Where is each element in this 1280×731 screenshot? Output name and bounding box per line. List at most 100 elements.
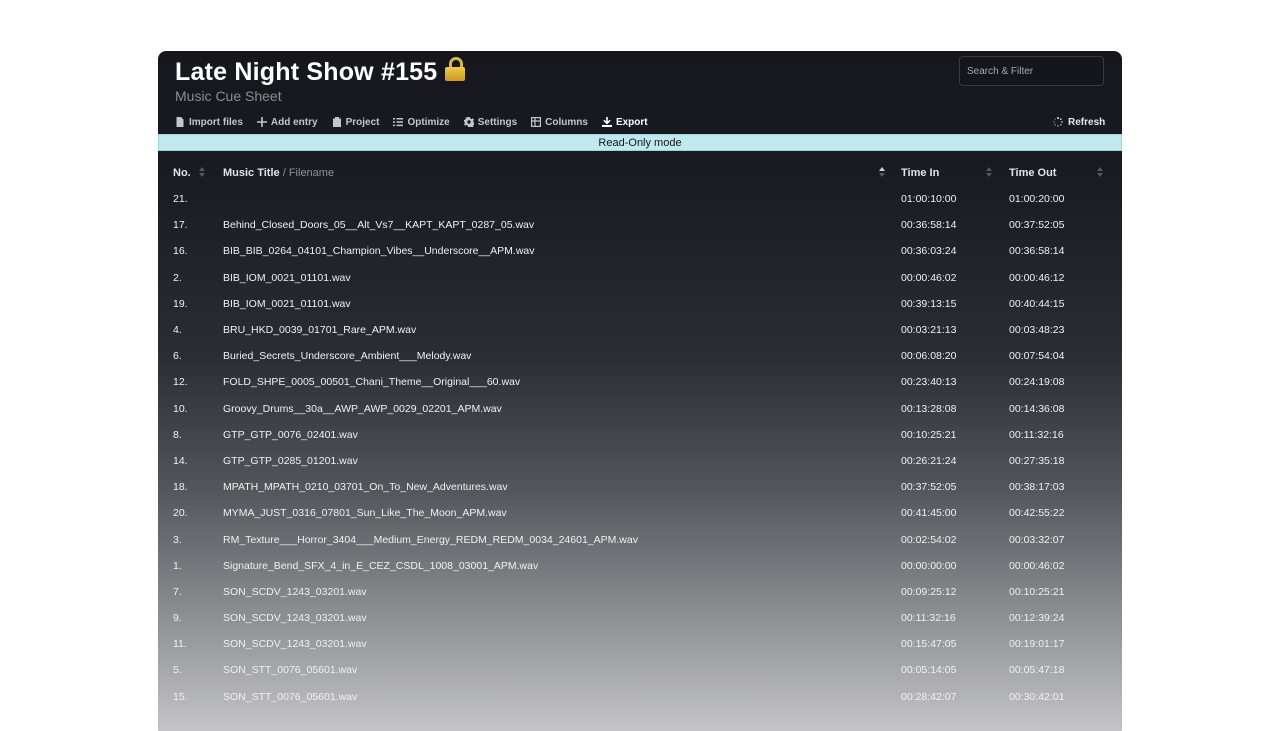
cell-music-title: MPATH_MPATH_0210_03701_On_To_New_Adventu… — [223, 481, 508, 494]
cell-no: 20. — [173, 507, 188, 520]
table-row[interactable]: 10. Groovy_Drums__30a__AWP_AWP_0029_02201… — [158, 396, 1122, 422]
import-files-button[interactable]: Import files — [175, 117, 243, 128]
cell-music-title: SON_SCDV_1243_03201.wav — [223, 585, 367, 598]
cell-time-out: 00:36:58:14 — [1009, 245, 1065, 258]
file-icon — [176, 117, 184, 127]
refresh-label: Refresh — [1068, 116, 1106, 128]
table-row[interactable]: 9. SON_SCDV_1243_03201.wav 00:11:32:16 00:1… — [158, 605, 1122, 631]
table-row[interactable]: 15. SON_STT_0076_05601.wav 00:28:42:07 00:3… — [158, 684, 1122, 710]
project-button[interactable]: Project — [332, 117, 379, 128]
import-files-label: Import files — [189, 116, 243, 128]
cell-time-out: 00:00:46:02 — [1009, 559, 1065, 572]
add-entry-button[interactable]: Add entry — [256, 116, 318, 128]
toolbar: Import files Add entry Project Optimize … — [175, 114, 662, 130]
cell-time-in: 00:00:46:02 — [901, 271, 957, 284]
cell-time-in: 00:26:21:24 — [901, 454, 957, 467]
cell-time-out: 00:14:36:08 — [1009, 402, 1065, 415]
cell-music-title: Groovy_Drums__30a__AWP_AWP_0029_02201_AP… — [223, 402, 502, 415]
cell-time-out: 00:03:32:07 — [1009, 533, 1065, 546]
cell-time-in: 00:23:40:13 — [901, 376, 957, 389]
cell-no: 12. — [173, 376, 188, 389]
table-row[interactable]: 19. BIB_IOM_0021_01101.wav 00:39:13:15 00:4… — [158, 291, 1122, 317]
export-button[interactable]: Export — [601, 117, 648, 128]
cell-no: 15. — [173, 690, 188, 703]
cell-music-title: RM_Texture___Horror_3404___Medium_Energy… — [223, 533, 638, 546]
table-row[interactable]: 5. SON_STT_0076_05601.wav 00:05:14:05 00:05… — [158, 657, 1122, 683]
table-body: 21. 01:00:10:00 01:00:20:00 17. Behind_Close… — [158, 186, 1122, 710]
cell-no: 2. — [173, 271, 182, 284]
header-no-label: No. — [173, 166, 191, 179]
optimize-button[interactable]: Optimize — [393, 116, 450, 128]
cell-no: 3. — [173, 533, 182, 546]
table-row[interactable]: 18. MPATH_MPATH_0210_03701_On_To_New_Adve… — [158, 474, 1122, 500]
optimize-label: Optimize — [407, 116, 450, 128]
cell-no: 19. — [173, 297, 188, 310]
cell-time-in: 00:06:08:20 — [901, 350, 957, 363]
header-time-in-label: Time In — [901, 166, 940, 179]
table-row[interactable]: 8. GTP_GTP_0076_02401.wav 00:10:25:21 00:11… — [158, 422, 1122, 448]
cell-no: 6. — [173, 350, 182, 363]
table-row[interactable]: 2. BIB_IOM_0021_01101.wav 00:00:46:02 00:00… — [158, 265, 1122, 291]
cell-music-title: SON_SCDV_1243_03201.wav — [223, 638, 367, 651]
cell-no: 10. — [173, 402, 188, 415]
header-music-title[interactable]: Music Title / Filename — [223, 159, 901, 186]
cell-time-in: 00:37:52:05 — [901, 481, 957, 494]
cell-no: 5. — [173, 664, 182, 677]
lock-icon — [445, 57, 466, 81]
header-title-label: Music Title — [223, 166, 280, 179]
cell-no: 18. — [173, 481, 188, 494]
sort-icon — [1097, 167, 1103, 179]
spinner-icon — [1053, 117, 1063, 127]
add-entry-label: Add entry — [270, 116, 318, 128]
header-time-in[interactable]: Time In — [901, 159, 1009, 186]
cell-time-in: 00:11:32:16 — [901, 612, 956, 625]
table-row[interactable]: 14. GTP_GTP_0285_01201.wav 00:26:21:24 00:2… — [158, 448, 1122, 474]
table-row[interactable]: 17. Behind_Closed_Doors_05__Alt_Vs7__KAPT… — [158, 212, 1122, 238]
cell-time-in: 00:13:28:08 — [901, 402, 957, 415]
sort-icon — [199, 167, 205, 179]
columns-button[interactable]: Columns — [531, 117, 588, 128]
cell-music-title: GTP_GTP_0285_01201.wav — [223, 454, 358, 467]
cell-no: 9. — [173, 612, 182, 625]
settings-label: Settings — [477, 116, 518, 128]
header-time-out[interactable]: Time Out — [1009, 159, 1122, 186]
settings-button[interactable]: Settings — [463, 116, 518, 128]
refresh-button[interactable]: Refresh — [1053, 114, 1105, 130]
plus-icon — [256, 117, 267, 127]
table-row[interactable]: 4. BRU_HKD_0039_01701_Rare_APM.wav 00:03:2… — [158, 317, 1122, 343]
table-row[interactable]: 16. BIB_BIB_0264_04101_Champion_Vibes__Un… — [158, 238, 1122, 264]
cell-no: 1. — [173, 559, 182, 572]
page-title-text: Late Night Show #155 — [175, 58, 438, 86]
table-row[interactable]: 11. SON_SCDV_1243_03201.wav 00:15:47:05 00:… — [158, 631, 1122, 657]
table-row[interactable]: 20. MYMA_JUST_0316_07801_Sun_Like_The_Moo… — [158, 500, 1122, 526]
cell-music-title: Behind_Closed_Doors_05__Alt_Vs7__KAPT_KA… — [223, 219, 535, 232]
page-title: Late Night Show #155 — [175, 57, 466, 87]
table-row[interactable]: 12. FOLD_SHPE_0005_00501_Chani_Theme__Ori… — [158, 369, 1122, 395]
cell-time-out: 00:30:42:01 — [1009, 690, 1065, 703]
cell-time-out: 00:19:01:17 — [1009, 638, 1065, 651]
table-row[interactable]: 7. SON_SCDV_1243_03201.wav 00:09:25:12 00:1… — [158, 579, 1122, 605]
table-row[interactable]: 1. Signature_Bend_SFX_4_in_E_CEZ_CSDL_100… — [158, 553, 1122, 579]
table-row[interactable]: 3. RM_Texture___Horror_3404___Medium_Ener… — [158, 526, 1122, 552]
cell-music-title — [223, 186, 901, 212]
cell-time-in: 00:41:45:00 — [901, 507, 957, 520]
cell-time-out: 00:37:52:05 — [1009, 219, 1065, 232]
cell-music-title: BRU_HKD_0039_01701_Rare_APM.wav — [223, 324, 417, 337]
search-filter-input[interactable] — [959, 56, 1104, 86]
cell-time-out: 00:00:46:12 — [1009, 271, 1065, 284]
table-row[interactable]: 6. Buried_Secrets_Underscore_Ambient___Me… — [158, 343, 1122, 369]
cell-no: 8. — [173, 428, 182, 441]
cell-music-title: FOLD_SHPE_0005_00501_Chani_Theme__Origin… — [223, 376, 521, 389]
cell-music-title: SON_STT_0076_05601.wav — [223, 690, 358, 703]
cell-music-title: BIB_IOM_0021_01101.wav — [223, 271, 351, 284]
cell-time-out: 00:27:35:18 — [1009, 454, 1065, 467]
cell-time-in: 00:02:54:02 — [901, 533, 957, 546]
cell-music-title: GTP_GTP_0076_02401.wav — [223, 428, 358, 441]
cell-no: 4. — [173, 324, 182, 337]
columns-label: Columns — [545, 116, 588, 128]
cell-time-in: 00:36:58:14 — [901, 219, 957, 232]
table-row[interactable]: 21. 01:00:10:00 01:00:20:00 — [158, 186, 1122, 212]
cell-time-in: 00:00:00:00 — [901, 559, 957, 572]
header-no[interactable]: No. — [158, 159, 223, 186]
cell-time-out: 00:42:55:22 — [1009, 507, 1065, 520]
